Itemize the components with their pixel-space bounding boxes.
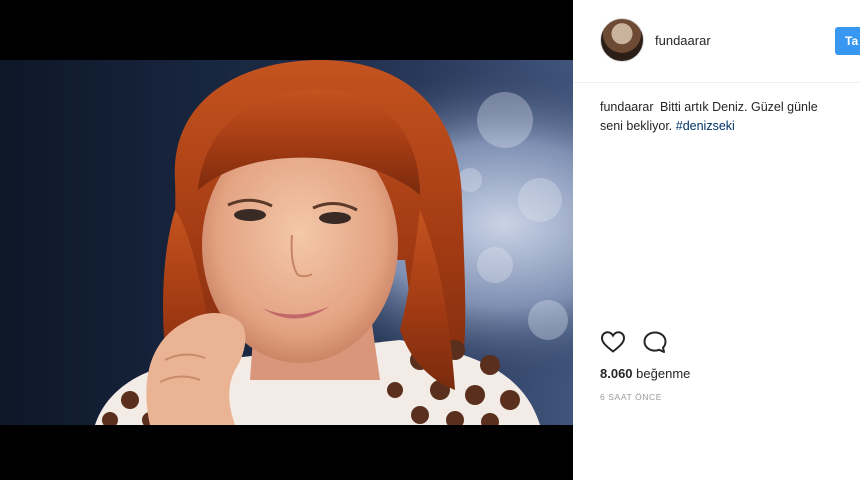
likes-number: 8.060 [600,366,633,381]
caption-line-2: seni bekliyor. #denizseki [600,117,860,136]
post-photo[interactable] [0,60,573,425]
post-caption: fundaarar Bitti artık Deniz. Güzel günle… [600,98,860,136]
likes-label: beğenme [636,366,691,381]
post-username[interactable]: fundaarar [655,33,711,48]
caption-text-cont: seni bekliyor. [600,119,673,133]
likes-count[interactable]: 8.060 beğenme [600,366,690,381]
avatar[interactable] [600,18,644,62]
post-header: fundaarar Ta [573,0,860,83]
hashtag-link[interactable]: #denizseki [676,119,735,133]
caption-username[interactable]: fundaarar [600,100,654,114]
post-media [0,0,573,480]
post-sidebar: fundaarar Ta fundaarar Bitti artık Deniz… [573,0,860,480]
caption-line-1: fundaarar Bitti artık Deniz. Güzel günle [600,98,860,117]
comment-icon[interactable] [642,330,668,359]
caption-text: Bitti artık Deniz. Güzel günle [660,100,818,114]
follow-button[interactable]: Ta [835,27,860,55]
post-timestamp: 6 SAAT ÖNCE [600,392,663,402]
heart-icon[interactable] [600,330,626,359]
